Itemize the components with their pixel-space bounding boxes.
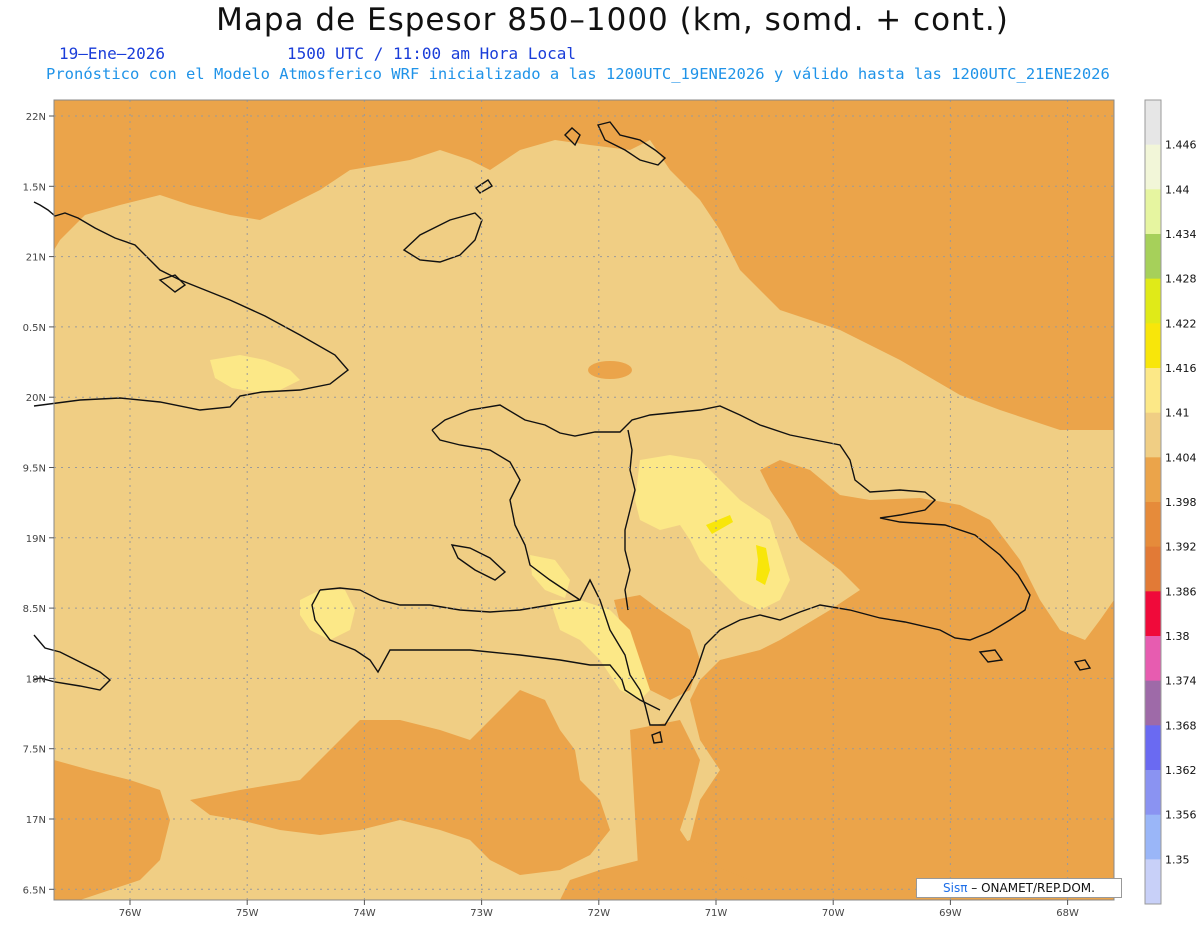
- lat-label: 20N: [26, 393, 46, 404]
- lon-label: 75W: [236, 908, 259, 919]
- colorbar-swatch: [1145, 100, 1161, 146]
- colorbar-swatch: [1145, 412, 1161, 458]
- colorbar-swatch: [1145, 323, 1161, 369]
- colorbar-swatch: [1145, 770, 1161, 816]
- lon-label: 68W: [1056, 908, 1079, 919]
- colorbar-swatch: [1145, 189, 1161, 235]
- lat-label: 18N: [26, 674, 46, 685]
- lon-label: 74W: [353, 908, 376, 919]
- thickness-map: 22N 1.5N 21N 0.5N 20N 9.5N 19N 8.5N 18N 7.5N 17N 6.…: [23, 99, 1197, 919]
- colorbar-label: 1.44: [1165, 183, 1190, 196]
- colorbar-label: 1.386: [1165, 585, 1197, 598]
- colorbar-swatch: [1145, 457, 1161, 503]
- colorbar-swatch: [1145, 725, 1161, 771]
- credit-text: – ONAMET/REP.DOM.: [971, 881, 1095, 895]
- lon-label: 69W: [939, 908, 962, 919]
- colorbar-label: 1.428: [1165, 273, 1197, 286]
- lon-label: 70W: [822, 908, 845, 919]
- colorbar-label: 1.374: [1165, 675, 1197, 688]
- colorbar-swatch: [1145, 368, 1161, 414]
- lat-label: 17N: [26, 815, 46, 826]
- colorbar-label: 1.398: [1165, 496, 1197, 509]
- colorbar-swatch: [1145, 502, 1161, 548]
- credit-box: Sisπ – ONAMET/REP.DOM.: [916, 878, 1122, 898]
- lat-label: 22N: [26, 112, 46, 123]
- lat-label: 0.5N: [23, 323, 46, 334]
- lat-label: 1.5N: [23, 182, 46, 193]
- colorbar-swatch: [1145, 546, 1161, 592]
- colorbar-label: 1.404: [1165, 451, 1197, 464]
- colorbar: 1.446 1.44 1.434 1.428 1.422 1.416 1.41 1.404 1.…: [1144, 99, 1197, 905]
- colorbar-label: 1.392: [1165, 541, 1197, 554]
- colorbar-swatch: [1145, 144, 1161, 190]
- colorbar-label: 1.368: [1165, 719, 1197, 732]
- colorbar-label: 1.356: [1165, 809, 1197, 822]
- colorbar-label: 1.362: [1165, 764, 1197, 777]
- lon-label: 76W: [119, 908, 142, 919]
- colorbar-label: 1.416: [1165, 362, 1197, 375]
- lat-label: 7.5N: [23, 745, 46, 756]
- colorbar-swatch: [1145, 591, 1161, 637]
- lat-label: 6.5N: [23, 885, 46, 896]
- lat-label: 19N: [26, 534, 46, 545]
- colorbar-swatch: [1145, 859, 1161, 905]
- colorbar-label: 1.35: [1165, 853, 1190, 866]
- colorbar-swatch: [1145, 278, 1161, 324]
- lat-label: 21N: [26, 253, 46, 264]
- colorbar-swatch: [1145, 636, 1161, 682]
- colorbar-label: 1.446: [1165, 139, 1197, 152]
- lon-label: 73W: [470, 908, 493, 919]
- dark-blob-central: [588, 361, 632, 379]
- colorbar-swatch: [1145, 234, 1161, 280]
- colorbar-label: 1.434: [1165, 228, 1197, 241]
- colorbar-label: 1.38: [1165, 630, 1190, 643]
- colorbar-label: 1.422: [1165, 317, 1197, 330]
- lon-label: 72W: [587, 908, 610, 919]
- lat-label: 8.5N: [23, 604, 46, 615]
- colorbar-swatch: [1145, 680, 1161, 726]
- lon-label: 71W: [705, 908, 728, 919]
- credit-brand: Sisπ: [943, 881, 968, 895]
- colorbar-label: 1.41: [1165, 407, 1190, 420]
- lat-label: 9.5N: [23, 464, 46, 475]
- latitude-axis: 22N 1.5N 21N 0.5N 20N 9.5N 19N 8.5N 18N 7.5N 17N 6.…: [23, 112, 54, 896]
- colorbar-swatch: [1145, 814, 1161, 860]
- longitude-axis: 76W 75W 74W 73W 72W 71W 70W 69W 68W: [119, 900, 1079, 919]
